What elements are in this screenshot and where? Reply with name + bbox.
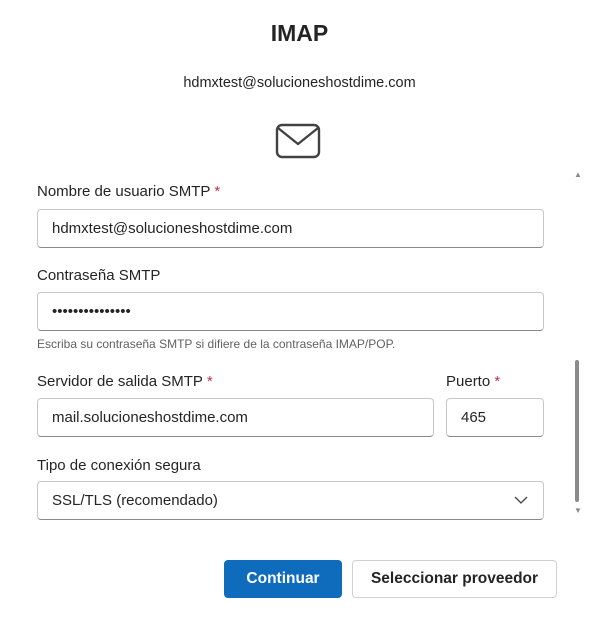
smtp-username-value: hdmxtest@solucioneshostdime.com (52, 220, 293, 237)
page-title: IMAP (270, 20, 329, 46)
scroll-up-arrow-icon[interactable]: ▲ (574, 170, 582, 179)
smtp-password-value: ••••••••••••••• (52, 303, 131, 320)
required-mark: * (206, 373, 213, 390)
smtp-username-label-text: Nombre de usuario SMTP (37, 183, 211, 200)
port-label: Puerto * (446, 373, 500, 390)
select-provider-button[interactable]: Seleccionar proveedor (352, 560, 557, 598)
smtp-server-input[interactable]: mail.solucioneshostdime.com (37, 398, 434, 437)
connection-type-select[interactable]: SSL/TLS (recomendado) (37, 481, 544, 520)
connection-type-label: Tipo de conexión segura (37, 457, 201, 474)
account-email: hdmxtest@solucioneshostdime.com (183, 75, 416, 91)
connection-type-value: SSL/TLS (recomendado) (52, 492, 218, 509)
smtp-server-label-text: Servidor de salida SMTP (37, 373, 203, 390)
smtp-password-label: Contraseña SMTP (37, 267, 161, 284)
scrollbar-thumb[interactable] (575, 360, 579, 502)
continue-button[interactable]: Continuar (224, 560, 342, 598)
port-value: 465 (461, 409, 487, 426)
smtp-username-label: Nombre de usuario SMTP * (37, 183, 220, 200)
port-label-text: Puerto (446, 373, 491, 390)
chevron-down-icon (514, 496, 528, 504)
scroll-down-arrow-icon[interactable]: ▼ (574, 506, 582, 515)
required-mark: * (214, 183, 221, 200)
smtp-password-input[interactable]: ••••••••••••••• (37, 292, 544, 331)
smtp-server-value: mail.solucioneshostdime.com (52, 409, 248, 426)
port-input[interactable]: 465 (446, 398, 544, 437)
mail-icon (275, 123, 321, 159)
smtp-username-input[interactable]: hdmxtest@solucioneshostdime.com (37, 209, 544, 248)
smtp-server-label: Servidor de salida SMTP * (37, 373, 213, 390)
smtp-password-hint: Escriba su contraseña SMTP si difiere de… (37, 337, 396, 351)
required-mark: * (494, 373, 501, 390)
